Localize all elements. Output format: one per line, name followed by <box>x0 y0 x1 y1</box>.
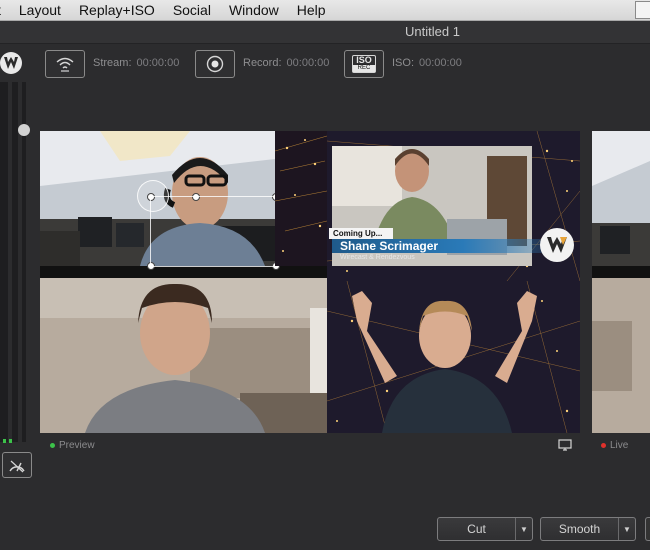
menu-window[interactable]: Window <box>220 2 288 18</box>
iso-icon-bottom: REC <box>353 65 375 72</box>
particle-background <box>275 131 327 266</box>
menu-layout[interactable]: Layout <box>10 2 70 18</box>
preview-label: Preview <box>59 440 95 451</box>
iso-status: ISO: 00:00:00 <box>392 57 462 69</box>
audio-meter-right <box>12 82 18 442</box>
menubar-control[interactable] <box>635 1 650 19</box>
selection-outline <box>150 196 277 267</box>
audio-gauge-button[interactable] <box>2 452 32 478</box>
iso-time: 00:00:00 <box>419 57 462 69</box>
meter-level-right <box>9 439 12 443</box>
volume-slider-knob[interactable] <box>18 124 30 136</box>
live-output-preview[interactable] <box>592 131 650 433</box>
iso-icon-top: ISO <box>356 55 372 65</box>
title-bar: Untitled 1 <box>0 21 650 44</box>
record-icon <box>206 55 224 73</box>
stream-label: Stream: <box>93 57 132 69</box>
record-time: 00:00:00 <box>286 57 330 69</box>
preview-indicator-dot <box>50 443 55 448</box>
audio-meter-left <box>0 82 8 442</box>
lower-third-subtitle: Wirecast & Rendezvous <box>340 254 415 261</box>
transition-cut-dropdown[interactable]: Cut ▼ <box>437 517 533 541</box>
lower-third-name: Shane Scrimager <box>332 239 550 253</box>
wirecast-watermark-icon <box>540 228 574 262</box>
volume-slider-track[interactable] <box>22 82 26 442</box>
live-status: Live <box>601 440 628 451</box>
live-indicator-dot <box>601 443 606 448</box>
record-status: Record: 00:00:00 <box>243 57 329 69</box>
lower-third-tag: Coming Up... <box>329 228 393 239</box>
stream-wifi-icon <box>56 57 74 72</box>
record-button[interactable] <box>195 50 235 78</box>
stream-time: 00:00:00 <box>136 57 180 69</box>
live-label: Live <box>610 440 629 451</box>
menu-help[interactable]: Help <box>288 2 335 18</box>
video-tile-bottom-left[interactable] <box>40 278 327 433</box>
preview-status: Preview <box>50 440 95 451</box>
window-title: Untitled 1 <box>405 24 460 39</box>
iso-rec-icon: ISO REC <box>352 55 376 73</box>
monitor-icon[interactable] <box>558 438 572 456</box>
go-button-partial[interactable] <box>645 517 650 541</box>
audio-gauge-icon <box>9 460 25 473</box>
menu-edit[interactable]: t <box>0 2 10 18</box>
preview-canvas[interactable]: Coming Up... Shane Scrimager Wirecast & … <box>40 131 580 433</box>
wirecast-logo-icon[interactable] <box>0 52 22 74</box>
transition-smooth-label: Smooth <box>558 522 601 536</box>
transition-cut-label: Cut <box>467 522 486 536</box>
video-tile-bottom-right[interactable] <box>327 281 580 433</box>
stream-button[interactable] <box>45 50 85 78</box>
iso-label: ISO: <box>392 57 415 69</box>
record-label: Record: <box>243 57 282 69</box>
iso-record-button[interactable]: ISO REC <box>344 50 384 78</box>
menu-bar: t Layout Replay+ISO Social Window Help <box>0 0 650 21</box>
chevron-down-icon: ▼ <box>618 518 635 540</box>
stream-status: Stream: 00:00:00 <box>93 57 179 69</box>
transition-smooth-dropdown[interactable]: Smooth ▼ <box>540 517 636 541</box>
menu-social[interactable]: Social <box>164 2 220 18</box>
meter-level-left <box>3 439 6 443</box>
menu-replay-iso[interactable]: Replay+ISO <box>70 2 164 18</box>
chevron-down-icon: ▼ <box>515 518 532 540</box>
